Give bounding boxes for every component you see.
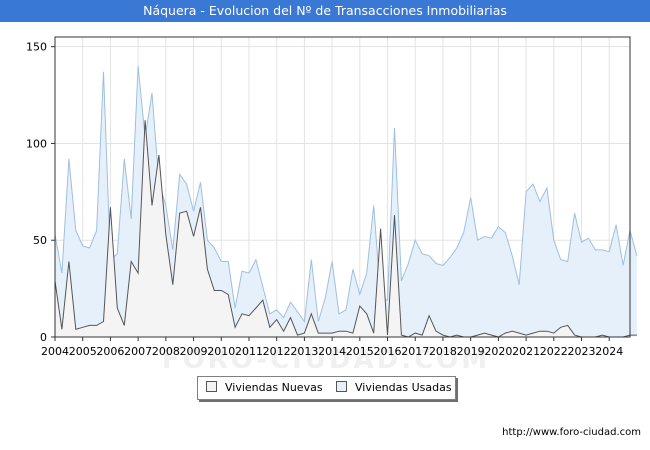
x-tick-label: 2011 (235, 345, 263, 358)
x-tick-label: 2024 (595, 345, 623, 358)
chart-title: Náquera - Evolucion del Nº de Transaccio… (0, 0, 650, 22)
legend-item-usadas: Viviendas Usadas (336, 381, 452, 395)
transactions-chart: FORO-CIUDAD.COM 050100150 2004 2005 2006 20… (26, 36, 638, 375)
x-tick-label: 2004 (41, 345, 69, 358)
y-tick-label: 0 (40, 331, 47, 344)
x-tick-label: 2010 (207, 345, 235, 358)
legend-swatch-nuevas (206, 381, 217, 392)
x-tick-label: 2007 (124, 345, 152, 358)
y-tick-label: 150 (26, 41, 47, 54)
legend: Viviendas Nuevas Viviendas Usadas (197, 376, 456, 400)
x-tick-label: 2009 (180, 345, 208, 358)
x-tick-label: 2018 (429, 345, 457, 358)
legend-label-nuevas: Viviendas Nuevas (225, 381, 323, 394)
x-tick-label: 2021 (512, 345, 540, 358)
legend-item-nuevas: Viviendas Nuevas (206, 381, 323, 395)
x-tick-label: 2020 (484, 345, 512, 358)
x-tick-label: 2017 (401, 345, 429, 358)
y-axis: 0 50 100 150 (26, 41, 55, 344)
legend-swatch-usadas (336, 381, 347, 392)
x-tick-label: 2019 (457, 345, 485, 358)
legend-label-usadas: Viviendas Usadas (355, 381, 452, 394)
x-tick-label: 2022 (540, 345, 568, 358)
x-tick-label: 2015 (346, 345, 374, 358)
x-tick-label: 2012 (263, 345, 291, 358)
x-tick-label: 2008 (152, 345, 180, 358)
y-tick-label: 100 (26, 137, 47, 150)
x-tick-label: 2005 (69, 345, 97, 358)
x-axis: 2004 2005 2006 2007 2008 2009 2010 2011 2012 2013… (41, 337, 623, 358)
x-tick-label: 2006 (96, 345, 124, 358)
x-tick-label: 2016 (374, 345, 402, 358)
x-tick-label: 2013 (290, 345, 318, 358)
source-link[interactable]: http://www.foro-ciudad.com (502, 427, 641, 438)
x-tick-label: 2014 (318, 345, 346, 358)
x-tick-label: 2023 (568, 345, 596, 358)
y-tick-label: 50 (33, 234, 47, 247)
